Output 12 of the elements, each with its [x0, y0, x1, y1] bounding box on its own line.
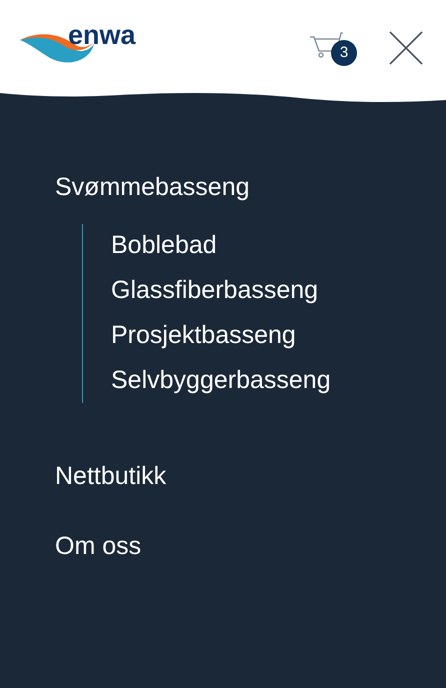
- submenu-item[interactable]: Boblebad: [111, 228, 217, 262]
- close-icon[interactable]: [389, 31, 423, 65]
- menu-item[interactable]: Svømmebasseng: [55, 170, 250, 204]
- menu-item[interactable]: Nettbutikk: [55, 459, 166, 493]
- cart-button[interactable]: 3: [309, 29, 357, 67]
- submenu-item[interactable]: Prosjektbasseng: [111, 318, 296, 352]
- submenu-item[interactable]: Selvbyggerbasseng: [111, 363, 331, 397]
- cart-count-badge: 3: [331, 40, 357, 66]
- logo[interactable]: enwa: [20, 22, 142, 70]
- menu-item[interactable]: Om oss: [55, 529, 142, 563]
- submenu-item[interactable]: Glassfiberbasseng: [111, 273, 318, 307]
- logo-text: enwa: [68, 22, 136, 49]
